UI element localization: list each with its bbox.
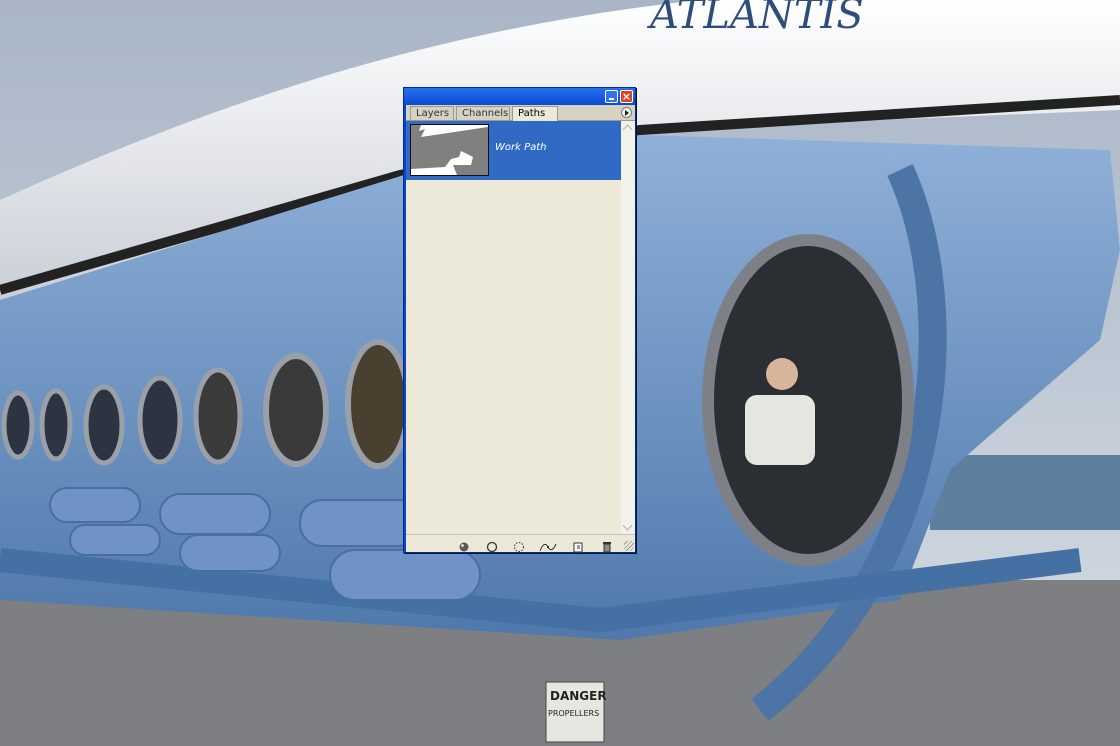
hull-lettering: ATLANTIS [646, 0, 864, 38]
paths-palette: × Layers Channels Paths Work Path [403, 87, 636, 553]
tab-channels[interactable]: Channels [456, 106, 510, 120]
make-work-path-icon[interactable] [539, 538, 557, 552]
svg-text:DANGER: DANGER [550, 689, 607, 703]
fill-path-icon[interactable] [458, 538, 470, 552]
palette-titlebar[interactable]: × [404, 88, 635, 105]
close-button[interactable]: × [620, 90, 633, 103]
minimize-button[interactable] [605, 90, 618, 103]
stroke-path-icon[interactable] [486, 538, 498, 553]
tab-paths[interactable]: Paths [512, 106, 558, 121]
load-path-as-selection-icon[interactable] [513, 538, 525, 552]
svg-text:PROPELLERS: PROPELLERS [548, 709, 599, 718]
paths-list: Work Path [406, 121, 621, 534]
path-row-work-path[interactable]: Work Path [406, 121, 621, 180]
path-thumbnail [410, 124, 489, 176]
pilot [745, 395, 815, 465]
new-path-icon[interactable] [572, 538, 584, 553]
palette-bottom-toolbar [406, 534, 635, 553]
sea [930, 455, 1120, 530]
resize-grip[interactable] [624, 541, 634, 551]
vertical-scrollbar[interactable] [621, 121, 635, 534]
tab-layers[interactable]: Layers [410, 106, 454, 120]
path-name: Work Path [495, 142, 547, 153]
scroll-up-icon[interactable] [621, 121, 635, 135]
palette-tabs: Layers Channels Paths [406, 105, 635, 121]
delete-path-icon[interactable] [601, 538, 613, 553]
palette-menu-icon[interactable] [621, 107, 632, 118]
scroll-down-icon[interactable] [621, 520, 635, 534]
